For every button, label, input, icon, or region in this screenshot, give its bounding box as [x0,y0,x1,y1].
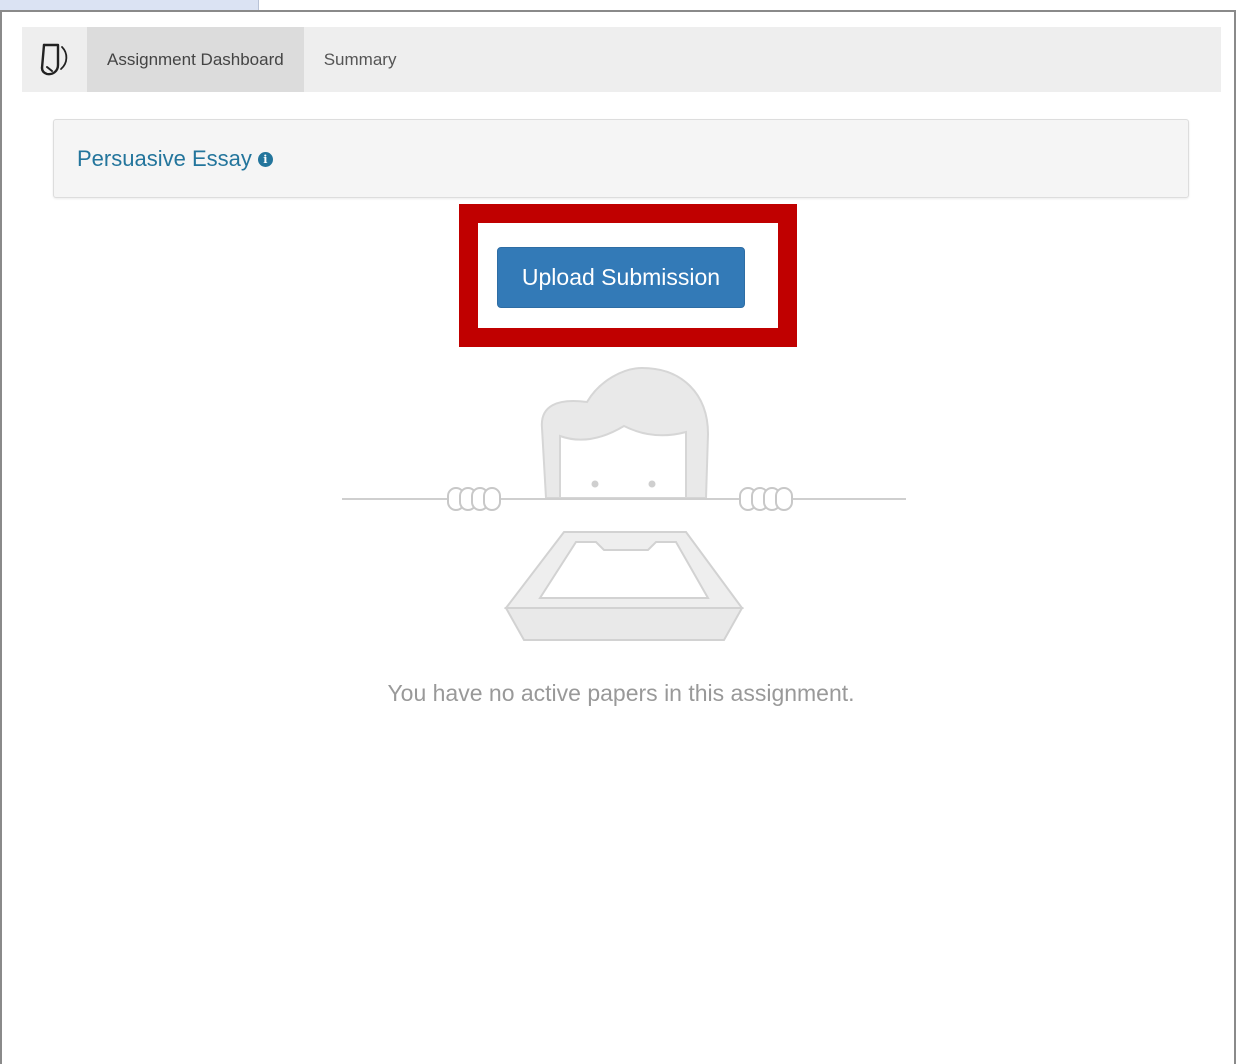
top-navbar: Assignment Dashboard Summary [22,27,1221,92]
tab-label: Assignment Dashboard [107,49,284,69]
turnitin-logo-icon[interactable] [22,27,87,92]
upload-submission-button[interactable]: Upload Submission [497,247,745,308]
browser-tab-accent [0,0,259,10]
empty-inbox-person-illustration [342,366,906,644]
info-icon[interactable]: i [257,151,273,167]
tab-label: Summary [323,49,397,69]
tab-assignment-dashboard[interactable]: Assignment Dashboard [87,27,304,92]
tab-summary[interactable]: Summary [304,27,417,92]
empty-state-message: You have no active papers in this assign… [387,680,855,706]
assignment-title[interactable]: Persuasive Essay [77,146,252,172]
assignment-title-row: Persuasive Essay i [77,146,273,172]
assignment-header-panel: Persuasive Essay i [53,119,1189,198]
